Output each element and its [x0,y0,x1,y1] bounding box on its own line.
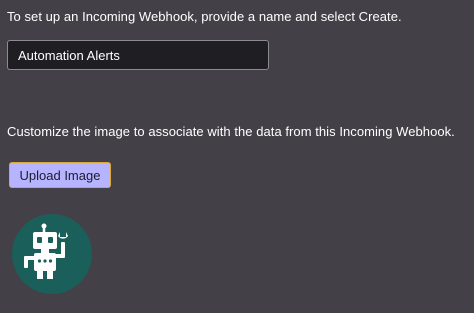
intro-text: To set up an Incoming Webhook, provide a… [7,9,402,24]
webhook-name-input[interactable] [7,40,269,70]
webhook-avatar [12,214,92,294]
robot-icon [12,214,92,294]
image-prompt-text: Customize the image to associate with th… [7,124,455,139]
upload-image-button[interactable]: Upload Image [9,162,111,188]
